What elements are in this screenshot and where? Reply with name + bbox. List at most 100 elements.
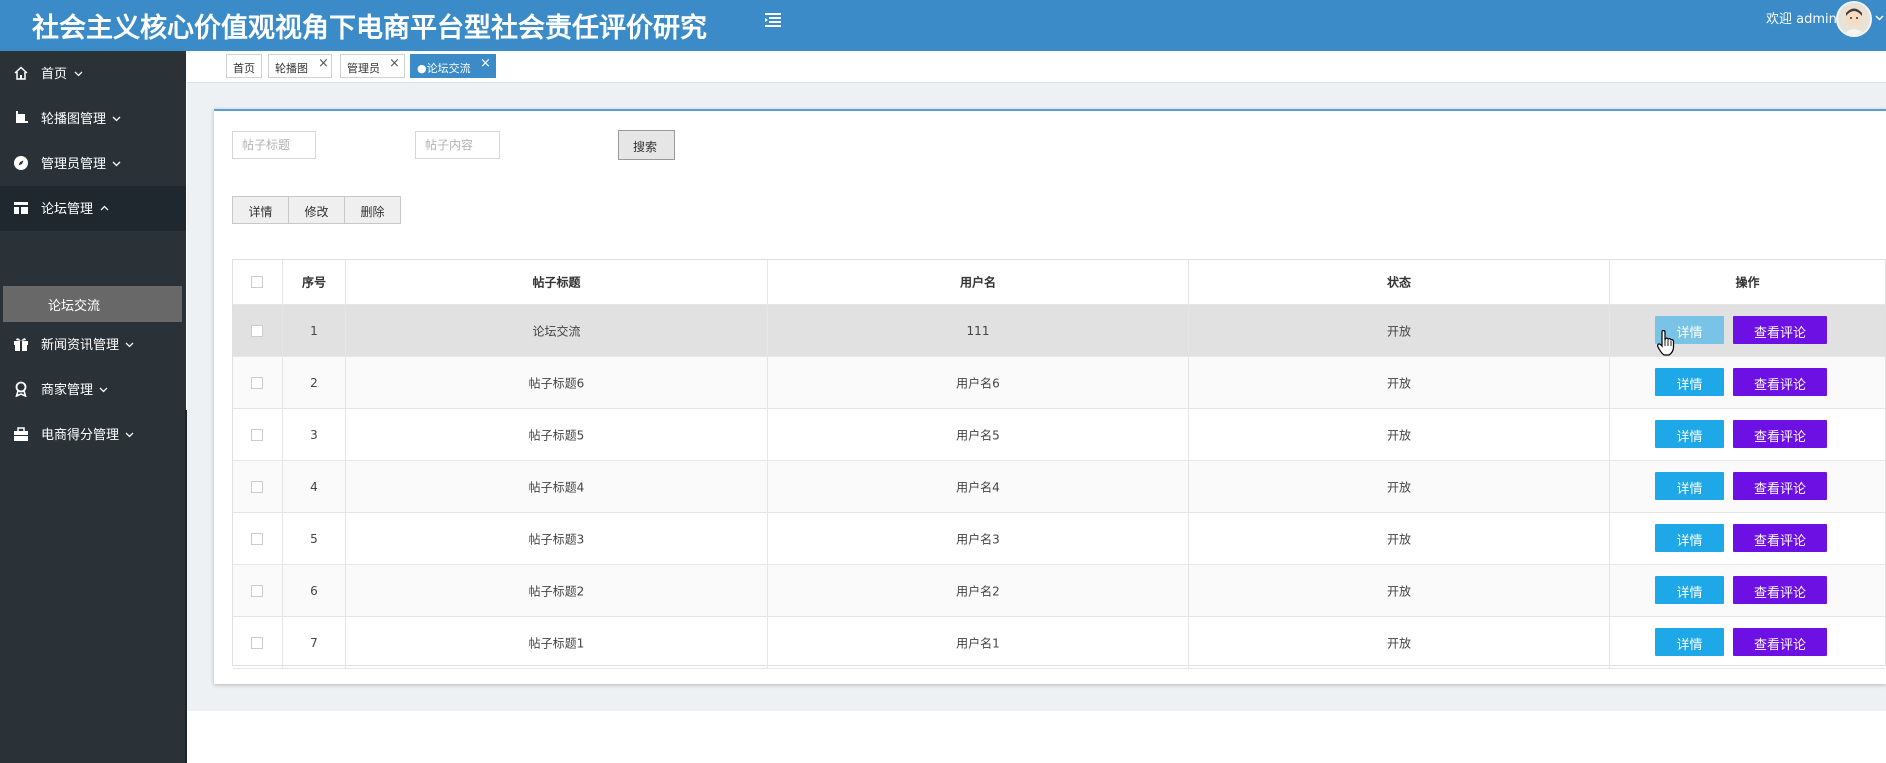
search-button-label: 搜索 [633, 140, 658, 154]
button-label: 详情 [1676, 638, 1703, 653]
chevron-up-icon [100, 205, 109, 211]
award-icon [15, 381, 27, 397]
sidebar-item-label: 轮播图管理 [41, 112, 107, 127]
sidebar-item-home[interactable]: 首页 [0, 51, 186, 96]
sidebar-subitem-forum-exchange[interactable]: 论坛交流 [3, 286, 182, 322]
detail-button[interactable]: 详情 [1655, 628, 1724, 656]
row-checkbox[interactable] [251, 324, 263, 337]
detail-button[interactable]: 详情 [1655, 576, 1724, 604]
chevron-down-icon [112, 116, 121, 122]
tab-admin[interactable]: 管理员 × [340, 54, 405, 78]
search-button[interactable]: 搜索 [618, 130, 675, 160]
button-label: 查看评论 [1753, 534, 1806, 549]
button-label: 详情 [1676, 482, 1703, 497]
sidebar-item-forum[interactable]: 论坛管理 [0, 186, 186, 231]
cell-index: 1 [310, 323, 318, 338]
cell-index: 7 [310, 635, 318, 650]
sidebar-item-label: 首页 [41, 67, 68, 82]
detail-button[interactable]: 详情 [1655, 524, 1724, 552]
detail-button[interactable]: 详情 [1655, 368, 1724, 396]
cell-username: 用户名1 [956, 636, 1000, 650]
cell-username: 用户名4 [956, 480, 1000, 494]
view-comments-button[interactable]: 查看评论 [1733, 368, 1827, 396]
tab-carousel[interactable]: 轮播图 × [268, 54, 332, 78]
table-row[interactable]: 1 论坛交流 111 开放 详情 查看评论 [233, 305, 1885, 357]
table-row[interactable]: 5 帖子标题3 用户名3 开放 详情 查看评论 [233, 513, 1885, 565]
tab-home[interactable]: 首页 [226, 54, 262, 78]
chevron-down-icon [112, 161, 121, 167]
tab-label: 首页 [233, 62, 255, 75]
button-label: 查看评论 [1753, 326, 1806, 341]
sidebar-item-label: 新闻资讯管理 [41, 338, 120, 353]
cell-status: 开放 [1386, 376, 1411, 390]
row-checkbox[interactable] [251, 532, 263, 545]
sidebar-item-admin[interactable]: 管理员管理 [0, 141, 186, 186]
table-row[interactable]: 3 帖子标题5 用户名5 开放 详情 查看评论 [233, 409, 1885, 461]
button-label: 详情 [1676, 586, 1703, 601]
view-comments-button[interactable]: 查看评论 [1733, 628, 1827, 656]
cell-title: 帖子标题2 [528, 584, 585, 598]
view-comments-button[interactable]: 查看评论 [1733, 472, 1827, 500]
table-row[interactable]: 4 帖子标题4 用户名4 开放 详情 查看评论 [233, 461, 1885, 513]
gift-icon [14, 338, 28, 351]
close-icon[interactable]: × [389, 56, 400, 71]
sidebar-item-score[interactable]: 电商得分管理 [0, 412, 186, 457]
post-content-search-input[interactable] [415, 131, 500, 159]
view-comments-button[interactable]: 查看评论 [1733, 420, 1827, 448]
close-icon[interactable]: × [480, 56, 491, 71]
top-header: 社会主义核心价值观视角下电商平台型社会责任评价研究 欢迎 admin [0, 0, 1886, 51]
row-checkbox[interactable] [251, 636, 263, 649]
cell-username: 111 [966, 323, 990, 338]
cell-title: 帖子标题5 [528, 428, 585, 442]
button-label: 查看评论 [1753, 378, 1806, 393]
column-header-index: 序号 [301, 275, 326, 290]
cell-index: 2 [310, 375, 318, 390]
button-label: 查看评论 [1753, 638, 1806, 653]
hand-cursor-icon [1657, 330, 1675, 356]
chevron-down-icon[interactable] [1875, 13, 1884, 22]
select-all-checkbox[interactable] [251, 276, 263, 288]
sidebar-item-news[interactable]: 新闻资讯管理 [0, 322, 186, 367]
table-row[interactable]: 2 帖子标题6 用户名6 开放 详情 查看评论 [233, 357, 1885, 409]
tab-forum-exchange[interactable]: ●论坛交流 × [410, 54, 496, 78]
sidebar-item-merchant[interactable]: 商家管理 [0, 367, 186, 412]
sidebar: 首页 轮播图管理 管理员管理 论坛管理 论坛交流 新闻资讯管理 商家管理 电商得… [0, 51, 186, 763]
detail-button[interactable]: 详情 [1655, 472, 1724, 500]
sidebar-item-label: 商家管理 [41, 383, 94, 398]
post-title-search-input[interactable] [232, 131, 316, 159]
column-header-actions: 操作 [1735, 275, 1760, 290]
delete-toolbar-button[interactable]: 删除 [344, 196, 401, 224]
button-label: 删除 [360, 205, 385, 219]
button-label: 查看评论 [1753, 430, 1806, 445]
cell-status: 开放 [1386, 636, 1411, 650]
cell-status: 开放 [1386, 480, 1411, 494]
view-comments-button[interactable]: 查看评论 [1733, 524, 1827, 552]
cell-username: 用户名2 [956, 584, 1000, 598]
avatar[interactable] [1836, 1, 1872, 37]
crop-icon [16, 111, 28, 123]
menu-toggle-icon[interactable] [762, 9, 784, 31]
cell-index: 5 [310, 531, 318, 546]
welcome-text: 欢迎 admin [1766, 12, 1837, 27]
cell-title: 帖子标题3 [528, 532, 585, 546]
row-checkbox[interactable] [251, 584, 263, 597]
chevron-down-icon [99, 387, 108, 393]
close-icon[interactable]: × [318, 56, 329, 71]
button-label: 查看评论 [1753, 586, 1806, 601]
cell-username: 用户名5 [956, 428, 1000, 442]
compass-icon [14, 156, 28, 170]
view-comments-button[interactable]: 查看评论 [1733, 576, 1827, 604]
table-row[interactable]: 7 帖子标题1 用户名1 开放 详情 查看评论 [233, 617, 1885, 669]
detail-button[interactable]: 详情 [1655, 420, 1724, 448]
row-checkbox[interactable] [251, 376, 263, 389]
row-checkbox[interactable] [251, 480, 263, 493]
table-row[interactable]: 6 帖子标题2 用户名2 开放 详情 查看评论 [233, 565, 1885, 617]
view-comments-button[interactable]: 查看评论 [1733, 316, 1827, 344]
cell-status: 开放 [1386, 532, 1411, 546]
sidebar-item-carousel[interactable]: 轮播图管理 [0, 96, 186, 141]
row-checkbox[interactable] [251, 428, 263, 441]
button-label: 详情 [1676, 430, 1703, 445]
briefcase-icon [14, 427, 28, 441]
detail-toolbar-button[interactable]: 详情 [232, 196, 289, 224]
edit-toolbar-button[interactable]: 修改 [288, 196, 345, 224]
